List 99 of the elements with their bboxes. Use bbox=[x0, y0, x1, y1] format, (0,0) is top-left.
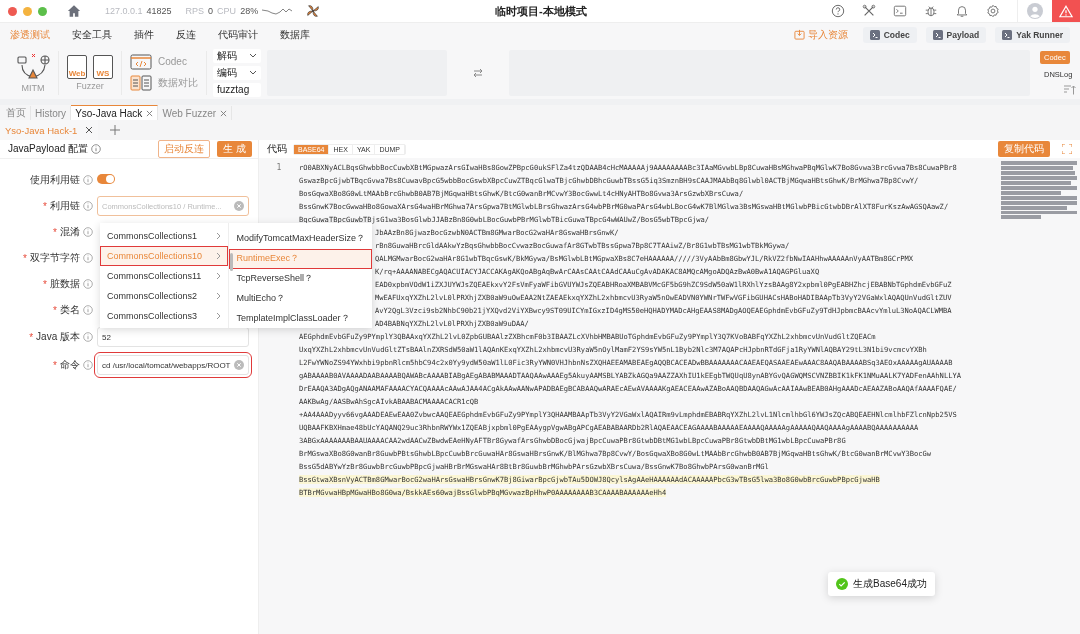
info-icon[interactable] bbox=[83, 279, 93, 289]
field-label: 使用利用链 bbox=[30, 173, 80, 187]
payload-option[interactable]: TemplateImplClassLoader？ bbox=[229, 308, 372, 328]
sort-icon[interactable] bbox=[1064, 84, 1076, 95]
info-icon[interactable] bbox=[83, 360, 93, 370]
cpu-sparkline-drawing bbox=[262, 6, 293, 16]
info-icon[interactable] bbox=[83, 201, 93, 211]
window-title: 临时项目-本地模式 bbox=[495, 4, 587, 19]
code-window-icon[interactable] bbox=[130, 53, 152, 70]
chevron-right-icon bbox=[216, 232, 222, 240]
chevron-down-icon bbox=[249, 53, 257, 58]
add-tab-icon[interactable] bbox=[110, 125, 121, 135]
cpu-label: CPU bbox=[217, 6, 237, 16]
port-text: 41825 bbox=[146, 6, 172, 16]
chevron-down-icon bbox=[249, 70, 257, 75]
close-icon[interactable] bbox=[220, 109, 228, 117]
required-mark: * bbox=[23, 252, 27, 264]
menu-tab[interactable]: 反连 bbox=[176, 27, 196, 42]
compare-icon[interactable] bbox=[130, 73, 152, 92]
chevron-right-icon bbox=[216, 272, 222, 280]
field-label: 类名 bbox=[60, 303, 80, 317]
warning-icon bbox=[1059, 4, 1073, 18]
required-mark: * bbox=[53, 226, 57, 238]
encode-dropdown[interactable]: 编码 bbox=[213, 65, 261, 80]
info-icon[interactable] bbox=[83, 227, 93, 237]
menu-tab[interactable]: 代码审计 bbox=[218, 27, 258, 42]
info-icon[interactable] bbox=[83, 305, 93, 315]
quick-action-button[interactable]: Yak Runner bbox=[995, 26, 1070, 43]
field-label: 利用链 bbox=[50, 199, 80, 213]
scrollbar-thumb[interactable] bbox=[230, 253, 234, 271]
required-mark: * bbox=[53, 359, 57, 371]
app-icon bbox=[869, 29, 880, 40]
field-label: 混淆 bbox=[60, 225, 80, 239]
line-number: 1 bbox=[275, 162, 283, 174]
chevron-right-icon bbox=[216, 292, 222, 300]
chain-option[interactable]: CommonsCollections1 bbox=[100, 226, 229, 246]
terminal-icon[interactable] bbox=[893, 4, 907, 18]
field-label: 双字节字符 bbox=[30, 251, 80, 265]
quick-action-button[interactable]: Codec bbox=[862, 26, 917, 43]
pinwheel-logo-icon bbox=[306, 4, 321, 18]
field-label: Java 版本 bbox=[36, 330, 80, 344]
warning-button[interactable] bbox=[1052, 0, 1080, 22]
payload-option[interactable]: ModifyTomcatMaxHeaderSize？ bbox=[229, 229, 372, 249]
success-icon bbox=[836, 578, 849, 590]
host-text: 127.0.0.1 bbox=[105, 6, 143, 16]
chain-option[interactable]: CommonsCollections2 bbox=[100, 286, 229, 306]
close-window-button[interactable] bbox=[8, 6, 17, 16]
toggle-switch[interactable] bbox=[97, 174, 115, 184]
swap-icon[interactable] bbox=[473, 67, 483, 78]
chain-option[interactable]: CommonsCollections11 bbox=[100, 266, 229, 286]
chevron-right-icon bbox=[216, 312, 222, 320]
mitm-label: MITM bbox=[21, 82, 45, 93]
page-tab[interactable]: Yso-Java Hack bbox=[71, 105, 159, 120]
input-field[interactable]: cd /usr/local/tomcat/webapps/ROOT bbox=[97, 355, 249, 375]
avatar-icon[interactable] bbox=[1027, 3, 1043, 19]
code-label: 代码 bbox=[267, 142, 287, 156]
payload-option[interactable]: MultiEcho？ bbox=[229, 288, 372, 309]
quick-action-button[interactable]: Payload bbox=[925, 26, 987, 43]
clear-icon[interactable] bbox=[234, 360, 244, 370]
required-mark: * bbox=[29, 331, 34, 343]
tools-icon[interactable] bbox=[862, 4, 876, 18]
decode-dropdown[interactable]: 解码 bbox=[213, 48, 261, 63]
config-title: JavaPayload 配置 bbox=[8, 142, 89, 156]
fuzzer-label: Fuzzer bbox=[76, 80, 104, 91]
rps-value: 0 bbox=[208, 6, 214, 16]
rps-label: RPS bbox=[185, 6, 205, 16]
toast-text: 生成Base64成功 bbox=[853, 577, 927, 591]
settings-icon[interactable] bbox=[986, 4, 1000, 18]
network-icon[interactable] bbox=[16, 52, 50, 81]
info-icon[interactable] bbox=[91, 144, 102, 154]
app-icon bbox=[932, 29, 943, 40]
home-icon[interactable] bbox=[67, 4, 81, 18]
chain-option[interactable]: CommonsCollections3 bbox=[100, 306, 229, 326]
zoom-window-button[interactable] bbox=[38, 6, 47, 16]
info-icon[interactable] bbox=[83, 332, 93, 342]
chevron-right-icon bbox=[216, 252, 222, 260]
field-label: 命令 bbox=[60, 358, 80, 372]
help-icon[interactable] bbox=[831, 4, 845, 18]
fullscreen-icon[interactable] bbox=[1062, 144, 1072, 154]
close-icon[interactable] bbox=[85, 126, 94, 134]
menu-tab[interactable]: 插件 bbox=[134, 27, 154, 42]
payload-option[interactable]: TcpReverseShell？ bbox=[229, 268, 372, 289]
app-icon bbox=[1002, 29, 1013, 40]
close-icon[interactable] bbox=[146, 109, 154, 117]
required-mark: * bbox=[53, 304, 57, 316]
import-icon bbox=[793, 29, 805, 40]
fuzztag-button[interactable]: fuzztag bbox=[213, 82, 261, 97]
cpu-value: 28% bbox=[240, 6, 259, 16]
clear-icon[interactable] bbox=[234, 201, 244, 211]
info-icon[interactable] bbox=[83, 253, 93, 263]
bell-icon[interactable] bbox=[955, 4, 969, 18]
field-label: 脏数据 bbox=[50, 277, 80, 291]
menu-tab[interactable]: 安全工具 bbox=[72, 27, 112, 42]
info-icon[interactable] bbox=[83, 175, 93, 185]
bug-icon[interactable] bbox=[924, 4, 938, 18]
menu-tab[interactable]: 数据库 bbox=[280, 27, 310, 42]
required-mark: * bbox=[43, 200, 47, 212]
minimize-window-button[interactable] bbox=[23, 6, 32, 16]
required-mark: * bbox=[43, 278, 47, 290]
